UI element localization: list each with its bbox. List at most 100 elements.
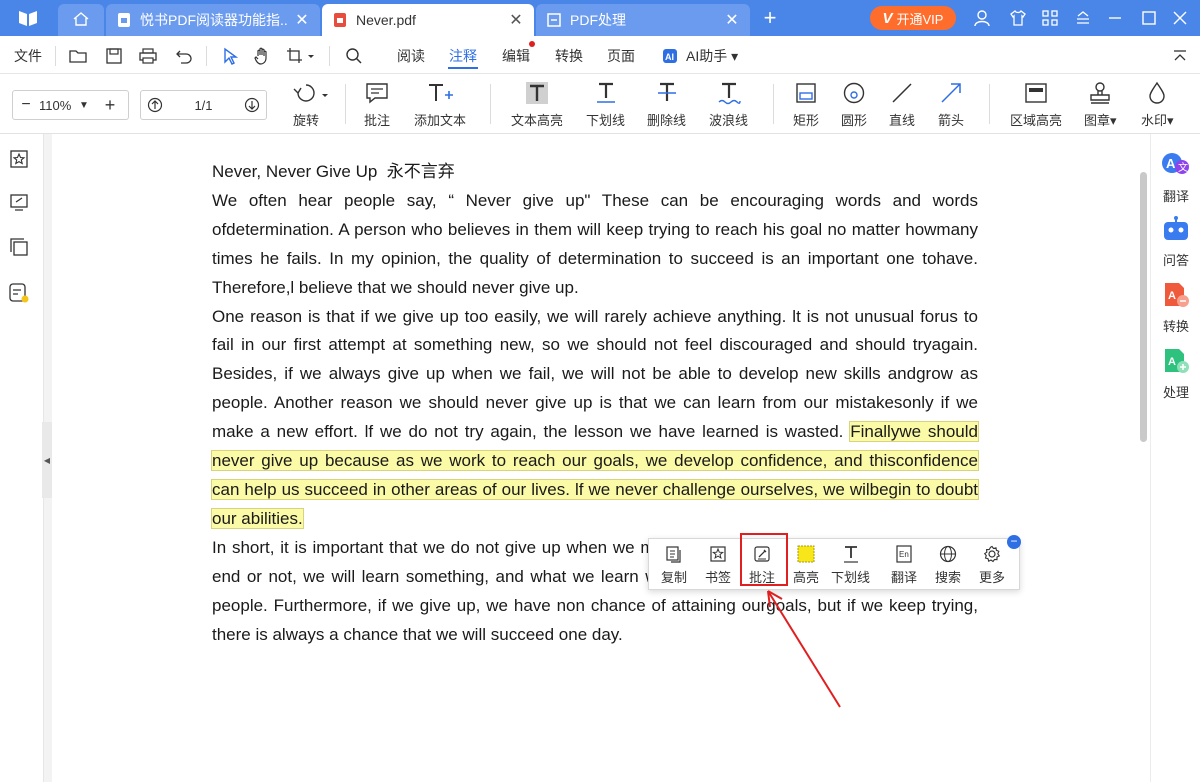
divider bbox=[773, 84, 774, 124]
tab-never-pdf[interactable]: Never.pdf ✕ bbox=[322, 4, 534, 36]
svg-text:文: 文 bbox=[1178, 161, 1188, 174]
zoom-in-button[interactable]: + bbox=[97, 95, 123, 116]
text-highlight-tool[interactable]: 文本高亮 bbox=[511, 80, 563, 129]
arrow-tool[interactable]: 箭头 bbox=[938, 80, 964, 129]
process-icon bbox=[546, 12, 562, 28]
paragraph-2[interactable]: One reason is that if we give up too eas… bbox=[211, 303, 979, 534]
menu-ai-assistant[interactable]: AI助手 ▾ bbox=[686, 46, 738, 66]
divider bbox=[490, 84, 491, 124]
area-highlight-tool[interactable]: 区域高亮 bbox=[1010, 80, 1062, 129]
process-panel-button[interactable]: A 处理 bbox=[1151, 346, 1200, 401]
document-title: Never, Never Give Up 永不言弃 bbox=[212, 162, 455, 182]
add-text-icon bbox=[427, 80, 453, 106]
menu-page[interactable]: 页面 bbox=[607, 46, 635, 66]
thumbnails-icon[interactable] bbox=[8, 236, 30, 258]
qa-panel-button[interactable]: 问答 bbox=[1151, 214, 1200, 269]
globe-icon bbox=[939, 543, 957, 565]
title-bar: 悦书PDF阅读器功能指... ✕ Never.pdf ✕ PDF处理 ✕ + V… bbox=[0, 0, 1200, 36]
shirt-icon[interactable] bbox=[1008, 8, 1028, 28]
tab-guide[interactable]: 悦书PDF阅读器功能指... ✕ bbox=[106, 4, 320, 36]
undo-icon[interactable] bbox=[174, 46, 194, 66]
annotation-toolbar: − 110% ▼ + 1/1 旋转 批注 添加文本 文本高亮 下划线 删除线 波… bbox=[0, 74, 1200, 134]
close-window-icon[interactable] bbox=[1170, 8, 1190, 28]
hand-icon[interactable] bbox=[252, 46, 272, 66]
comment-tool[interactable]: 批注 bbox=[364, 80, 390, 129]
next-page-icon[interactable] bbox=[238, 97, 266, 113]
sidebar-collapse-handle[interactable]: ◀ bbox=[42, 422, 52, 498]
popup-translate-button[interactable]: En 翻译 bbox=[891, 543, 917, 586]
menu-convert[interactable]: 转换 bbox=[555, 46, 583, 66]
popup-more-button[interactable]: 更多 bbox=[979, 543, 1005, 586]
translate-panel-button[interactable]: A文 翻译 bbox=[1151, 150, 1200, 205]
search-icon[interactable] bbox=[344, 46, 364, 66]
stamp-tool[interactable]: 图章▾ bbox=[1084, 80, 1117, 129]
rectangle-tool[interactable]: 矩形 bbox=[793, 80, 819, 129]
line-tool[interactable]: 直线 bbox=[889, 80, 915, 129]
zoom-out-button[interactable]: − bbox=[13, 96, 39, 114]
menu-read[interactable]: 阅读 bbox=[397, 46, 425, 66]
divider bbox=[206, 46, 207, 66]
close-icon[interactable]: ✕ bbox=[294, 10, 310, 30]
popup-copy-button[interactable]: 复制 bbox=[661, 543, 687, 586]
scrollbar-thumb[interactable] bbox=[1140, 172, 1147, 442]
grid-icon[interactable] bbox=[1040, 8, 1060, 28]
divider bbox=[55, 46, 56, 66]
minimize-icon[interactable] bbox=[1105, 8, 1125, 28]
prev-page-icon[interactable] bbox=[141, 97, 169, 113]
form-fields-icon[interactable] bbox=[8, 282, 30, 304]
annotation-list-icon[interactable] bbox=[8, 192, 30, 214]
robot-icon bbox=[1161, 214, 1191, 244]
squiggly-icon bbox=[717, 80, 741, 106]
popup-collapse-button[interactable]: − bbox=[1007, 535, 1021, 549]
bookmark-star-icon[interactable] bbox=[8, 148, 30, 170]
close-icon[interactable]: ✕ bbox=[724, 10, 740, 30]
arrow-icon bbox=[939, 80, 963, 106]
popup-underline-button[interactable]: 下划线 bbox=[831, 543, 870, 586]
popup-search-button[interactable]: 搜索 bbox=[935, 543, 961, 586]
menu-annotate[interactable]: 注释 bbox=[449, 46, 477, 66]
zoom-control[interactable]: − 110% ▼ + bbox=[12, 90, 129, 120]
crop-icon[interactable] bbox=[285, 46, 317, 66]
zoom-value: 110% bbox=[39, 97, 72, 113]
vip-button[interactable]: V 开通VIP bbox=[870, 6, 956, 30]
circle-tool[interactable]: 圆形 bbox=[841, 80, 867, 129]
rectangle-icon bbox=[794, 80, 818, 106]
svg-text:A: A bbox=[1168, 290, 1176, 302]
user-icon[interactable] bbox=[972, 8, 992, 28]
add-text-tool[interactable]: 添加文本 bbox=[414, 80, 466, 129]
tab-pdf-process[interactable]: PDF处理 ✕ bbox=[536, 4, 750, 36]
left-sidebar bbox=[0, 134, 44, 782]
pointer-arrow bbox=[767, 590, 841, 708]
menu-file[interactable]: 文件 bbox=[14, 46, 42, 66]
selection-context-popup: 复制 书签 批注 高亮 下划线 En 翻译 搜索 更多 bbox=[648, 538, 1020, 590]
menu-icon[interactable] bbox=[1073, 8, 1093, 28]
page-indicator[interactable]: 1/1 bbox=[169, 98, 238, 113]
home-tab[interactable] bbox=[58, 4, 104, 36]
underline-tool[interactable]: 下划线 bbox=[586, 80, 625, 129]
page-navigator[interactable]: 1/1 bbox=[140, 90, 267, 120]
squiggly-tool[interactable]: 波浪线 bbox=[709, 80, 748, 129]
strikethrough-tool[interactable]: 删除线 bbox=[647, 80, 686, 129]
maximize-icon[interactable] bbox=[1139, 8, 1159, 28]
save-icon[interactable] bbox=[104, 46, 124, 66]
new-tab-button[interactable]: + bbox=[758, 5, 782, 31]
menu-edit[interactable]: 编辑 bbox=[502, 46, 530, 66]
watermark-tool[interactable]: 水印▾ bbox=[1141, 80, 1174, 129]
gear-icon bbox=[983, 543, 1001, 565]
print-icon[interactable] bbox=[138, 46, 158, 66]
open-folder-icon[interactable] bbox=[68, 46, 88, 66]
ai-icon: AI bbox=[660, 46, 680, 66]
rotate-tool[interactable]: 旋转 bbox=[284, 80, 328, 129]
chevron-down-icon[interactable]: ▼ bbox=[79, 100, 97, 111]
pdf-file-icon bbox=[116, 12, 132, 28]
convert-panel-button[interactable]: A 转换 bbox=[1151, 280, 1200, 335]
collapse-ribbon-icon[interactable] bbox=[1170, 46, 1190, 66]
comment-icon bbox=[365, 80, 389, 106]
close-icon[interactable]: ✕ bbox=[508, 10, 524, 30]
divider bbox=[989, 84, 990, 124]
popup-bookmark-button[interactable]: 书签 bbox=[705, 543, 731, 586]
svg-text:En: En bbox=[899, 550, 909, 559]
paragraph-1[interactable]: We often hear people say, “ Never give u… bbox=[212, 187, 978, 303]
select-cursor-icon[interactable] bbox=[220, 46, 240, 66]
popup-highlight-button[interactable]: 高亮 bbox=[793, 543, 819, 586]
